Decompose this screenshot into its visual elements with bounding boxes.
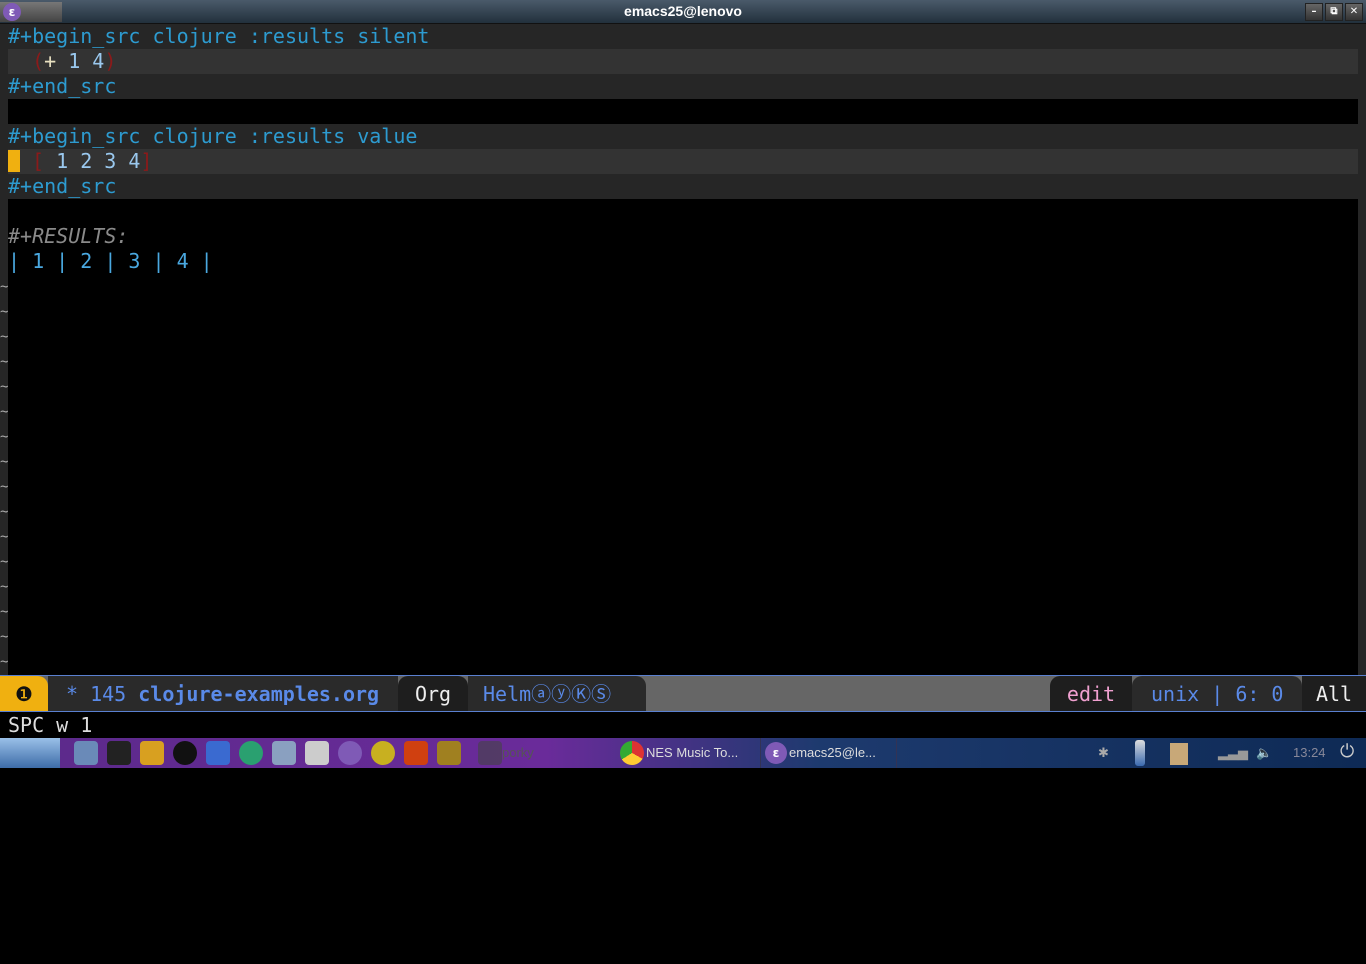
files-launcher-icon[interactable] (74, 741, 98, 765)
right-fringe (1358, 24, 1366, 675)
empty-line-marker: ~ (0, 554, 9, 570)
task-nes-music[interactable]: NES Music To... (646, 745, 738, 760)
empty-line-marker: ~ (0, 429, 9, 445)
modified-indicator: * (66, 682, 79, 706)
empty-line-marker: ~ (0, 579, 9, 595)
code-numbers: 1 4 (56, 49, 105, 73)
evil-state: edit (1050, 676, 1132, 711)
src-end-line[interactable]: #+end_src (8, 74, 1358, 99)
cursor (8, 150, 20, 172)
emacs-launcher-icon[interactable] (338, 741, 362, 765)
minor-mode-helm: Helm (483, 682, 532, 706)
buffer-info: * 145 clojure-examples.org (48, 676, 398, 711)
paren-close: ) (104, 49, 117, 73)
empty-line-marker: ~ (0, 354, 9, 370)
editor-area[interactable]: #+begin_src clojure :results silent (+ 1… (0, 24, 1366, 675)
folder-task-icon (478, 741, 502, 765)
encoding: unix (1151, 682, 1200, 706)
minor-badge: Ⓚ (571, 682, 592, 706)
scroll-position: All (1302, 676, 1366, 711)
results-label: #+RESULTS: (8, 224, 129, 248)
gimp-launcher-icon[interactable] (437, 741, 461, 765)
obs-launcher-icon[interactable] (173, 741, 197, 765)
buffer-size: 145 (90, 682, 127, 706)
clipboard-icon[interactable] (1170, 743, 1188, 765)
empty-line-marker: ~ (0, 404, 9, 420)
text-editor-launcher-icon[interactable] (305, 741, 329, 765)
chrome-icon (620, 741, 644, 765)
title-bar: ε emacs25@lenovo – ⧉ ✕ (0, 0, 1366, 24)
crt-launcher-icon[interactable] (107, 741, 131, 765)
src-begin-line[interactable]: #+begin_src clojure :results value (8, 124, 1358, 149)
src-end-line[interactable]: #+end_src (8, 174, 1358, 199)
empty-line-marker: ~ (0, 304, 9, 320)
bracket-open: [ (32, 149, 45, 173)
emacs-icon: ε (765, 742, 787, 764)
kdenlive-launcher-icon[interactable] (206, 741, 230, 765)
notes-launcher-icon[interactable] (272, 741, 296, 765)
separator: | (1211, 682, 1224, 706)
window-title: emacs25@lenovo (624, 3, 742, 19)
empty-line-marker: ~ (0, 279, 9, 295)
atom-launcher-icon[interactable] (239, 741, 263, 765)
mode-line: ❶ * 145 clojure-examples.org Org HelmⓐⓨⓀ… (0, 675, 1366, 712)
network-icon[interactable]: ▂▃▅ (1218, 745, 1248, 761)
minor-badge: ⓐ (531, 682, 552, 706)
task-label: emacs25@le... (789, 745, 876, 760)
taskbar: porky NES Music To... ε emacs25@le... ✱ … (0, 738, 1366, 768)
src-begin: #+begin_src clojure :results silent (8, 24, 430, 48)
results-line[interactable]: #+RESULTS: (8, 224, 1358, 249)
src-begin: #+begin_src clojure :results value (8, 124, 418, 148)
empty-line-marker: ~ (0, 529, 9, 545)
restore-button[interactable]: ⧉ (1325, 3, 1343, 21)
results-table: | 1 | 2 | 3 | 4 | (8, 249, 213, 273)
minimize-button[interactable]: – (1305, 3, 1323, 21)
code-numbers: 1 2 3 4 (44, 149, 141, 173)
battery-icon[interactable] (1135, 740, 1145, 766)
src-end: #+end_src (8, 74, 117, 98)
chrome-launcher-icon[interactable] (140, 741, 164, 765)
task-emacs[interactable]: ε emacs25@le... (760, 738, 897, 768)
clock[interactable]: 13:24 (1293, 745, 1326, 760)
empty-line-marker: ~ (0, 654, 9, 670)
minor-badge: Ⓢ (591, 682, 612, 706)
plus-symbol: + (44, 49, 57, 73)
audacity-launcher-icon[interactable] (404, 741, 428, 765)
code-line[interactable]: (+ 1 4) (8, 49, 1358, 74)
src-end: #+end_src (8, 174, 117, 198)
empty-line-marker: ~ (0, 479, 9, 495)
power-icon[interactable]: ⏻ (1340, 741, 1354, 762)
src-begin-line[interactable]: #+begin_src clojure :results silent (8, 24, 1358, 49)
start-menu-button[interactable] (0, 738, 60, 768)
paren-open: ( (32, 49, 45, 73)
empty-line-marker: ~ (0, 629, 9, 645)
cursor-position: 6: 0 (1235, 682, 1284, 706)
empty-line-marker: ~ (0, 604, 9, 620)
close-button[interactable]: ✕ (1345, 3, 1363, 21)
left-fringe (0, 24, 8, 675)
empty-line-marker: ~ (0, 379, 9, 395)
buffer-filename[interactable]: clojure-examples.org (138, 682, 379, 706)
bracket-close: ] (140, 149, 153, 173)
minor-badge: ⓨ (551, 682, 572, 706)
window-number[interactable]: ❶ (0, 676, 48, 711)
empty-line-marker: ~ (0, 329, 9, 345)
task-porky[interactable]: porky (502, 745, 534, 760)
empty-line-marker: ~ (0, 504, 9, 520)
major-mode[interactable]: Org (398, 676, 468, 711)
bluetooth-icon[interactable]: ✱ (1098, 745, 1109, 761)
volume-icon[interactable]: 🔈 (1256, 745, 1272, 761)
position-info: unix | 6: 0 (1132, 676, 1302, 711)
code-line[interactable]: [ 1 2 3 4] (8, 149, 1358, 174)
results-table-line[interactable]: | 1 | 2 | 3 | 4 | (8, 249, 1358, 274)
mint-launcher-icon[interactable] (371, 741, 395, 765)
minor-modes[interactable]: HelmⓐⓨⓀⓈ (468, 676, 646, 711)
empty-line-marker: ~ (0, 454, 9, 470)
minibuffer[interactable]: SPC w 1 (0, 712, 1366, 738)
